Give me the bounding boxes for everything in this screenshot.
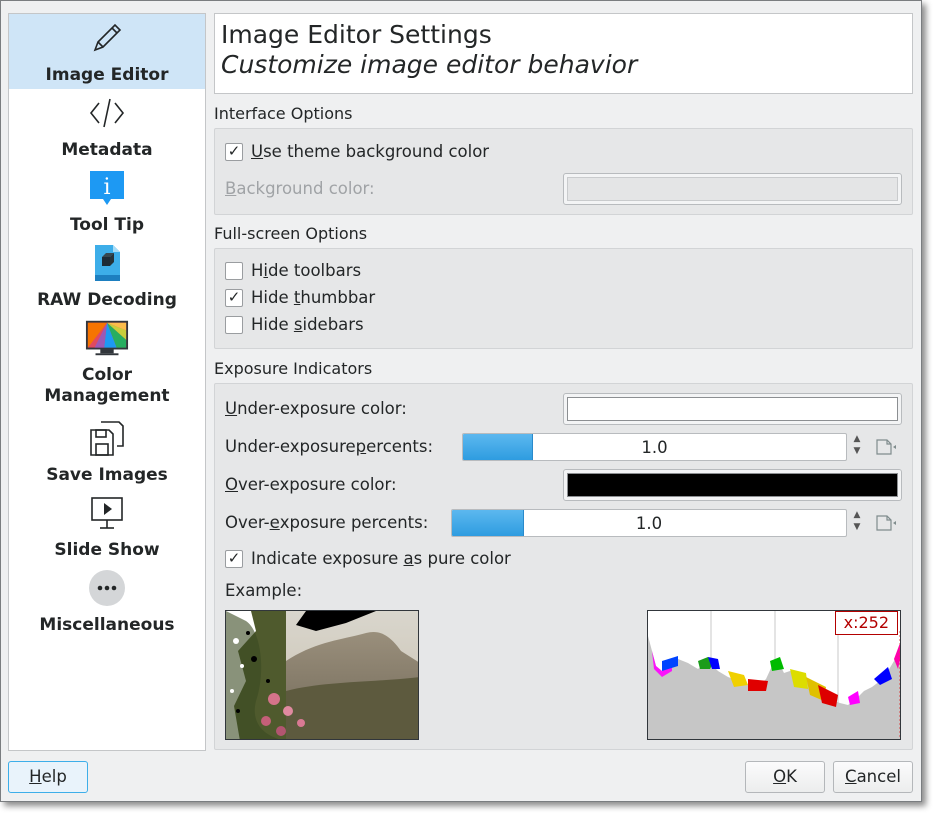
checkbox-unchecked-icon [225, 261, 243, 280]
sidebar-item-label: Slide Show [54, 540, 160, 560]
sidebar-item-metadata[interactable]: Metadata [9, 89, 205, 164]
example-image [225, 610, 419, 740]
checkbox-checked-icon: ✓ [225, 549, 243, 568]
indicate-pure-color-checkbox[interactable]: ✓ Indicate exposure as pure color [225, 549, 511, 568]
checkbox-unchecked-icon [225, 315, 243, 334]
background-color-label: Background color: [225, 179, 375, 198]
under-exposure-percents-value: 1.0 [641, 438, 668, 457]
sidebar-item-color-management[interactable]: Color Management [9, 314, 205, 414]
settings-sidebar: Image Editor Metadata i Tool Tip RAW Dec… [8, 13, 206, 751]
sidebar-item-save-images[interactable]: Save Images [9, 414, 205, 489]
example-photo-graphic [226, 611, 418, 739]
over-exposure-spin-arrows[interactable]: ▲ ▼ [851, 509, 863, 537]
page-title: Image Editor Settings [221, 20, 492, 49]
under-exposure-percents-spinbox[interactable]: 1.0 [462, 433, 847, 461]
over-exposure-percents-value: 1.0 [635, 514, 663, 533]
hide-sidebars-checkbox[interactable]: Hide sidebars [225, 315, 364, 334]
pencil-icon [85, 18, 129, 58]
svg-text:i: i [103, 175, 110, 200]
ok-button[interactable]: OK [745, 761, 825, 793]
checkbox-checked-icon: ✓ [225, 142, 243, 161]
help-button[interactable]: Help [8, 761, 88, 793]
cancel-button[interactable]: Cancel [833, 761, 913, 793]
code-icon [85, 93, 129, 133]
hide-toolbars-checkbox[interactable]: Hide toolbars [225, 261, 361, 280]
under-exposure-color-swatch [567, 397, 898, 421]
histogram-readout: x:252 [834, 611, 898, 635]
sidebar-item-label: Image Editor [45, 65, 169, 85]
under-exposure-color-button[interactable] [563, 393, 902, 425]
sidebar-item-tooltip[interactable]: i Tool Tip [9, 164, 205, 239]
info-icon: i [85, 168, 129, 208]
sidebar-item-raw-decoding[interactable]: RAW Decoding [9, 239, 205, 314]
save-images-icon [85, 418, 129, 458]
raw-file-icon [85, 243, 129, 283]
over-exposure-color-label: Over-exposure color: [225, 475, 397, 494]
over-exposure-color-button[interactable] [563, 469, 902, 501]
over-exposure-percents-label: Over-e xposure percents: [225, 513, 429, 532]
page-subtitle: Customize image editor behavior [221, 50, 638, 79]
sidebar-item-image-editor[interactable]: Image Editor [9, 14, 205, 89]
sidebar-item-label: RAW Decoding [37, 290, 177, 310]
over-exposure-percents-spinbox[interactable]: 1.0 [451, 509, 847, 537]
use-theme-bg-checkbox[interactable]: ✓ Use theme background color [225, 142, 489, 161]
more-icon [85, 568, 129, 608]
background-color-button[interactable] [563, 173, 902, 205]
sidebar-item-label: Miscellaneous [39, 615, 175, 635]
checkbox-checked-icon: ✓ [225, 288, 243, 307]
interface-options-group: ✓ Use theme background color Background … [214, 128, 913, 215]
settings-dialog: Image Editor Metadata i Tool Tip RAW Dec… [0, 0, 922, 802]
reset-icon[interactable] [875, 437, 897, 457]
hide-thumbbar-label: Hide thumbbar [251, 288, 376, 307]
under-exposure-color-label: Under-exposure color: [225, 399, 407, 418]
sidebar-item-label: Tool Tip [69, 215, 145, 235]
sidebar-item-miscellaneous[interactable]: Miscellaneous [9, 564, 205, 639]
sidebar-item-label: Metadata [61, 140, 153, 160]
sidebar-item-label: Save Images [46, 465, 168, 485]
interface-options-title: Interface Options [214, 104, 353, 123]
hide-thumbbar-checkbox[interactable]: ✓ Hide thumbbar [225, 288, 375, 307]
fullscreen-options-title: Full-screen Options [214, 224, 368, 243]
page-header: Image Editor Settings Customize image ed… [214, 13, 913, 94]
under-exposure-spin-arrows[interactable]: ▲ ▼ [851, 433, 863, 461]
fullscreen-options-group: Hide toolbars ✓ Hide thumbbar Hide sideb… [214, 248, 913, 349]
background-color-swatch [567, 177, 898, 201]
slideshow-icon [85, 493, 129, 533]
under-exposure-percents-label: Under-exposure p ercents: [225, 437, 434, 456]
example-label: Example: [225, 581, 303, 600]
exposure-indicators-title: Exposure Indicators [214, 359, 373, 378]
exposure-indicators-group: Under-exposure color: Under-exposure p er… [214, 383, 913, 750]
sidebar-item-slide-show[interactable]: Slide Show [9, 489, 205, 564]
over-exposure-color-swatch [567, 473, 898, 497]
histogram-widget: x:252 [647, 610, 901, 740]
use-theme-bg-label: Use theme background color [251, 142, 490, 161]
monitor-color-icon [85, 318, 129, 358]
indicate-pure-color-label: Indicate exposure as pure color [251, 549, 511, 568]
reset-icon[interactable] [875, 513, 897, 533]
hide-toolbars-label: Hide toolbars [251, 261, 362, 280]
hide-sidebars-label: Hide sidebars [251, 315, 364, 334]
sidebar-item-label: Color Management [44, 365, 170, 406]
